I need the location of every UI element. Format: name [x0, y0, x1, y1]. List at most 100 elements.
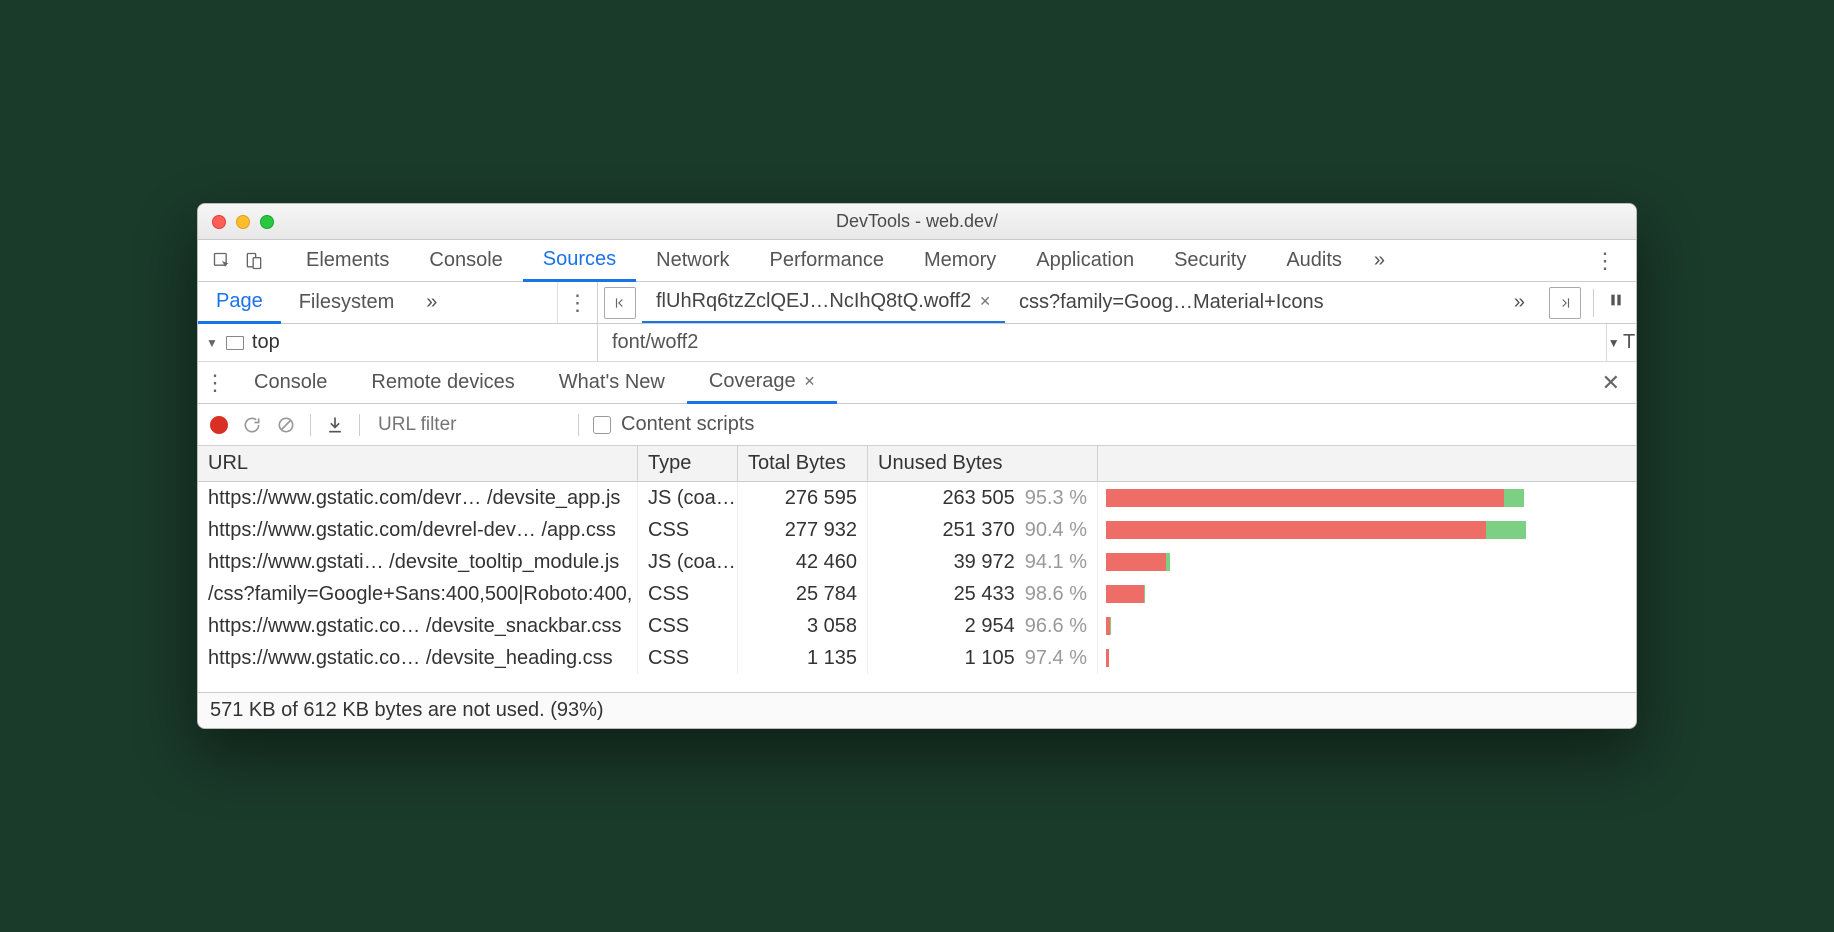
content-scripts-label: Content scripts [621, 413, 754, 436]
cell-total-bytes: 277 932 [738, 514, 868, 546]
navigator-tab-page[interactable]: Page [198, 282, 281, 324]
navigator-tabs: PageFilesystem » ⋮ [198, 282, 598, 323]
cell-unused-bytes: 251 37090.4 % [868, 514, 1098, 546]
navigator-menu-button[interactable]: ⋮ [557, 282, 597, 323]
close-tab-icon[interactable]: ✕ [979, 293, 991, 310]
source-tabs-overflow-button[interactable]: » [1502, 291, 1537, 314]
table-row[interactable]: https://www.gstatic.com/devrel-dev… /app… [198, 514, 1636, 546]
cell-url: https://www.gstatic.com/devrel-dev… /app… [198, 514, 638, 546]
frame-icon [226, 336, 244, 350]
header-type[interactable]: Type [638, 446, 738, 481]
tree-expand-icon[interactable]: ▼ [206, 336, 218, 350]
cell-usage-bar [1098, 610, 1636, 642]
drawer-tab-console[interactable]: Console [232, 362, 349, 404]
drawer-menu-button[interactable]: ⋮ [198, 370, 232, 396]
cell-usage-bar [1098, 514, 1636, 546]
navigator-overflow-button[interactable]: » [412, 291, 451, 314]
table-row[interactable]: https://www.gstatic.com/devr… /devsite_a… [198, 482, 1636, 514]
cell-usage-bar [1098, 578, 1636, 610]
navigator-tab-filesystem[interactable]: Filesystem [281, 282, 413, 324]
cell-type: CSS [638, 610, 738, 642]
tab-security[interactable]: Security [1154, 240, 1266, 282]
main-toolbar: ElementsConsoleSourcesNetworkPerformance… [198, 240, 1636, 282]
tab-console[interactable]: Console [409, 240, 522, 282]
tab-application[interactable]: Application [1016, 240, 1154, 282]
table-row[interactable]: https://www.gstatic.co… /devsite_snackba… [198, 610, 1636, 642]
right-sidebar-toggle[interactable]: ▼ T [1606, 324, 1636, 361]
table-row[interactable]: https://www.gstatic.co… /devsite_heading… [198, 642, 1636, 674]
drawer-close-button[interactable]: ✕ [1586, 370, 1636, 396]
drawer-tab-label: Remote devices [371, 371, 514, 394]
more-tabs-button[interactable]: » [1362, 249, 1397, 272]
separator [359, 414, 360, 436]
pause-script-button[interactable] [1600, 292, 1632, 313]
table-body: https://www.gstatic.com/devr… /devsite_a… [198, 482, 1636, 692]
tab-scroll-left-button[interactable] [604, 287, 636, 319]
settings-menu-button[interactable]: ⋮ [1582, 248, 1628, 274]
cell-unused-bytes: 2 95496.6 % [868, 610, 1098, 642]
tab-scroll-right-button[interactable] [1549, 287, 1581, 319]
drawer-tab-label: Console [254, 371, 327, 394]
tree-root-label: top [252, 331, 280, 354]
cell-total-bytes: 276 595 [738, 482, 868, 514]
secondary-toolbar-row: PageFilesystem » ⋮ flUhRq6tzZclQEJ…NcIhQ… [198, 282, 1636, 324]
coverage-status-bar: 571 KB of 612 KB bytes are not used. (93… [198, 692, 1636, 728]
table-row[interactable]: https://www.gstati… /devsite_tooltip_mod… [198, 546, 1636, 578]
drawer-tabs: ⋮ Console Remote devices What's New Coverag… [198, 362, 1636, 404]
tab-memory[interactable]: Memory [904, 240, 1016, 282]
tab-elements[interactable]: Elements [286, 240, 409, 282]
cell-total-bytes: 3 058 [738, 610, 868, 642]
record-button[interactable] [210, 416, 228, 434]
table-row[interactable]: /css?family=Google+Sans:400,500|Roboto:4… [198, 578, 1636, 610]
cell-type: JS (coa… [638, 546, 738, 578]
drawer-tab-label: What's New [559, 371, 665, 394]
cell-usage-bar [1098, 482, 1636, 514]
cell-total-bytes: 25 784 [738, 578, 868, 610]
source-content-info: font/woff2 [598, 324, 1606, 361]
clear-icon[interactable] [276, 415, 296, 435]
header-usage-bar [1098, 446, 1636, 481]
device-toolbar-icon[interactable] [238, 245, 270, 277]
cell-type: CSS [638, 642, 738, 674]
inspect-element-icon[interactable] [206, 245, 238, 277]
separator [578, 414, 579, 436]
tab-audits[interactable]: Audits [1266, 240, 1362, 282]
tab-network[interactable]: Network [636, 240, 749, 282]
header-url[interactable]: URL [198, 446, 638, 481]
content-scripts-checkbox[interactable]: Content scripts [593, 413, 754, 436]
drawer-tab-remote-devices[interactable]: Remote devices [349, 362, 536, 404]
cell-total-bytes: 42 460 [738, 546, 868, 578]
url-filter-input[interactable] [374, 410, 564, 440]
source-tab[interactable]: css?family=Goog…Material+Icons [1005, 282, 1338, 323]
table-header: URL Type Total Bytes Unused Bytes [198, 446, 1636, 482]
main-panel-tabs: ElementsConsoleSourcesNetworkPerformance… [286, 240, 1362, 282]
close-tab-icon[interactable]: ✕ [804, 373, 816, 390]
source-tab[interactable]: flUhRq6tzZclQEJ…NcIhQ8tQ.woff2 ✕ [642, 282, 1005, 323]
cell-usage-bar [1098, 546, 1636, 578]
mime-type-label: font/woff2 [612, 331, 698, 354]
cell-usage-bar [1098, 642, 1636, 674]
drawer-tab-coverage[interactable]: Coverage ✕ [687, 362, 837, 404]
window-title: DevTools - web.dev/ [198, 211, 1636, 232]
status-text: 571 KB of 612 KB bytes are not used. (93… [210, 699, 604, 722]
separator [310, 414, 311, 436]
cell-url: https://www.gstatic.com/devr… /devsite_a… [198, 482, 638, 514]
page-tree[interactable]: ▼ top [198, 324, 598, 361]
navigator-content-row: ▼ top font/woff2 ▼ T [198, 324, 1636, 362]
cell-url: https://www.gstatic.co… /devsite_snackba… [198, 610, 638, 642]
tab-performance[interactable]: Performance [750, 240, 905, 282]
cell-unused-bytes: 1 10597.4 % [868, 642, 1098, 674]
drawer-tab-label: Coverage [709, 370, 796, 393]
tab-sources[interactable]: Sources [523, 240, 636, 282]
export-icon[interactable] [325, 415, 345, 435]
coverage-toolbar: Content scripts [198, 404, 1636, 446]
header-total-bytes[interactable]: Total Bytes [738, 446, 868, 481]
cell-url: /css?family=Google+Sans:400,500|Roboto:4… [198, 578, 638, 610]
source-tab-label: flUhRq6tzZclQEJ…NcIhQ8tQ.woff2 [656, 290, 971, 313]
reload-icon[interactable] [242, 415, 262, 435]
header-unused-bytes[interactable]: Unused Bytes [868, 446, 1098, 481]
drawer-tab-what-s-new[interactable]: What's New [537, 362, 687, 404]
cell-unused-bytes: 39 97294.1 % [868, 546, 1098, 578]
checkbox-icon[interactable] [593, 416, 611, 434]
source-tab-label: css?family=Goog…Material+Icons [1019, 291, 1324, 314]
